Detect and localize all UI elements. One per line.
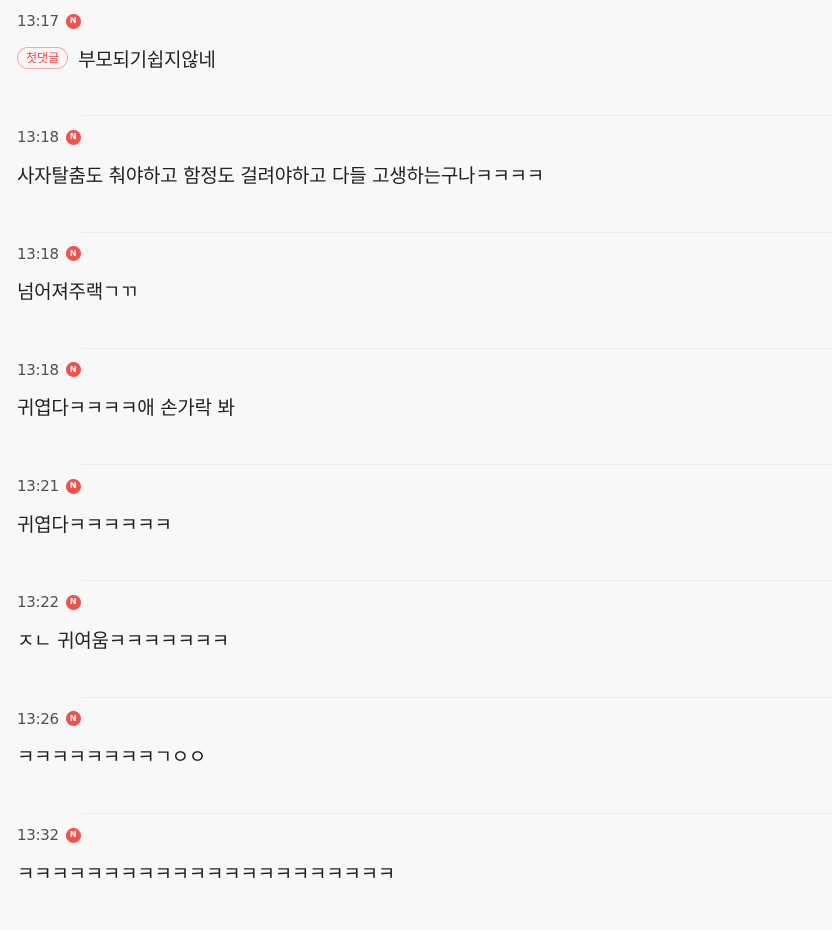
comment-time: 13:22 xyxy=(17,593,59,612)
new-badge-icon: N xyxy=(65,827,81,843)
new-badge-letter: N xyxy=(69,481,77,491)
new-badge-letter: N xyxy=(69,248,77,258)
comment-text: 귀엽다ㅋㅋㅋㅋㅋㅋ xyxy=(17,513,172,536)
comment-meta: 13:22 N xyxy=(17,592,815,612)
comment-meta: 13:18 N xyxy=(17,360,815,380)
new-badge-letter: N xyxy=(69,364,77,374)
new-badge-icon: N xyxy=(65,478,81,494)
comment-meta: 13:26 N xyxy=(17,709,815,729)
new-badge-icon: N xyxy=(65,129,81,145)
comment-time: 13:17 xyxy=(17,12,59,30)
new-badge-icon: N xyxy=(65,13,81,29)
comment-text: 부모되기쉽지않네 xyxy=(78,48,216,71)
comment-text: ㅋㅋㅋㅋㅋㅋㅋㅋㄱㅇㅇ xyxy=(17,746,206,769)
new-badge-icon: N xyxy=(65,594,81,610)
comment-time: 13:26 xyxy=(17,709,59,728)
comment-time: 13:21 xyxy=(17,477,59,496)
comment-item: 13:17 N 첫댓글 부모되기쉽지않네 xyxy=(0,0,832,117)
new-badge-letter: N xyxy=(69,132,77,142)
comment-meta: 13:32 N xyxy=(17,825,815,845)
new-badge-letter: N xyxy=(69,597,77,607)
comment-item: 13:18 N 귀엽다ㅋㅋㅋㅋ애 손가락 봐 xyxy=(0,349,832,466)
comment-text: ㅋㅋㅋㅋㅋㅋㅋㅋㅋㅋㅋㅋㅋㅋㅋㅋㅋㅋㅋㅋㅋㅋ xyxy=(17,862,395,885)
comment-item: 13:18 N 넘어져주랙ㄱㄲ xyxy=(0,233,832,349)
comment-item: 13:26 N ㅋㅋㅋㅋㅋㅋㅋㅋㄱㅇㅇ xyxy=(0,698,832,815)
comment-time: 13:18 xyxy=(17,244,59,263)
comment-body: ㅈㄴ 귀여움ㅋㅋㅋㅋㅋㅋㅋ xyxy=(17,627,815,652)
comment-body: 첫댓글 부모되기쉽지않네 xyxy=(17,46,815,71)
new-badge-icon: N xyxy=(65,246,81,262)
comment-meta: 13:21 N xyxy=(17,476,815,496)
comment-body: ㅋㅋㅋㅋㅋㅋㅋㅋㄱㅇㅇ xyxy=(17,744,815,768)
comment-meta: 13:17 N xyxy=(17,11,815,31)
new-badge-letter: N xyxy=(69,830,77,840)
comment-meta: 13:18 N xyxy=(17,244,815,264)
new-badge-icon: N xyxy=(65,711,81,727)
comment-body: 귀엽다ㅋㅋㅋㅋ애 손가락 봐 xyxy=(17,395,815,419)
comment-body: 넘어져주랙ㄱㄲ xyxy=(17,279,815,303)
comment-body: 귀엽다ㅋㅋㅋㅋㅋㅋ xyxy=(17,511,815,536)
new-badge-letter: N xyxy=(69,16,77,25)
first-comment-badge: 첫댓글 xyxy=(17,47,69,69)
comment-text: 사자탈춤도 춰야하고 함정도 걸려야하고 다들 고생하는구나ㅋㅋㅋㅋ xyxy=(17,164,544,187)
comment-item: 13:32 N ㅋㅋㅋㅋㅋㅋㅋㅋㅋㅋㅋㅋㅋㅋㅋㅋㅋㅋㅋㅋㅋㅋ xyxy=(0,814,832,930)
comment-text: ㅈㄴ 귀여움ㅋㅋㅋㅋㅋㅋㅋ xyxy=(17,629,229,652)
comment-item: 13:22 N ㅈㄴ 귀여움ㅋㅋㅋㅋㅋㅋㅋ xyxy=(0,581,832,698)
comment-item: 13:21 N 귀엽다ㅋㅋㅋㅋㅋㅋ xyxy=(0,465,832,582)
comment-time: 13:32 xyxy=(17,826,59,845)
comment-time: 13:18 xyxy=(17,128,59,147)
comment-item: 13:18 N 사자탈춤도 춰야하고 함정도 걸려야하고 다들 고생하는구나ㅋㅋ… xyxy=(0,116,832,233)
comment-time: 13:18 xyxy=(17,360,59,379)
comment-body: 사자탈춤도 춰야하고 함정도 걸려야하고 다들 고생하는구나ㅋㅋㅋㅋ xyxy=(17,162,815,187)
comment-text: 귀엽다ㅋㅋㅋㅋ애 손가락 봐 xyxy=(17,397,235,420)
comment-text: 넘어져주랙ㄱㄲ xyxy=(17,281,138,304)
comment-body: ㅋㅋㅋㅋㅋㅋㅋㅋㅋㅋㅋㅋㅋㅋㅋㅋㅋㅋㅋㅋㅋㅋ xyxy=(17,860,815,885)
comment-list: 13:17 N 첫댓글 부모되기쉽지않네 13:18 N 사자탈춤도 춰야하고 … xyxy=(0,0,832,930)
new-badge-letter: N xyxy=(69,713,77,723)
comment-meta: 13:18 N xyxy=(17,127,815,147)
new-badge-icon: N xyxy=(65,362,81,378)
